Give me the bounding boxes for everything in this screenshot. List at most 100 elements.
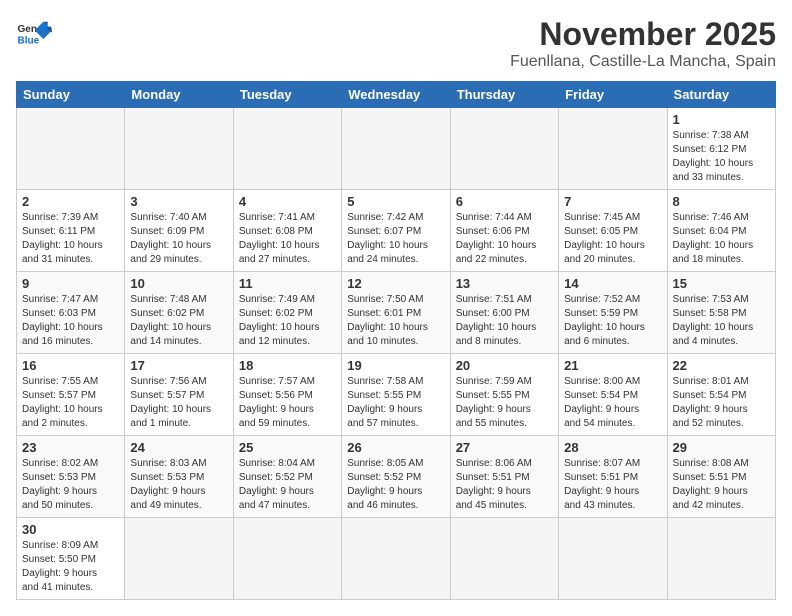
day-info: Sunrise: 7:39 AM Sunset: 6:11 PM Dayligh… xyxy=(22,211,119,267)
calendar-cell xyxy=(233,518,341,600)
calendar-cell xyxy=(559,518,667,600)
weekday-header-thursday: Thursday xyxy=(450,82,558,108)
day-info: Sunrise: 7:57 AM Sunset: 5:56 PM Dayligh… xyxy=(239,375,336,431)
day-info: Sunrise: 7:51 AM Sunset: 6:00 PM Dayligh… xyxy=(456,293,553,349)
calendar-week-row: 1 Sunrise: 7:38 AM Sunset: 6:12 PM Daylig… xyxy=(17,108,776,190)
day-number: 30 xyxy=(22,522,119,537)
day-info: Sunrise: 7:38 AM Sunset: 6:12 PM Dayligh… xyxy=(673,129,770,185)
calendar-cell: 27 Sunrise: 8:06 AM Sunset: 5:51 PM Dayli… xyxy=(450,436,558,518)
calendar-week-row: 2 Sunrise: 7:39 AM Sunset: 6:11 PM Daylig… xyxy=(17,190,776,272)
weekday-header-sunday: Sunday xyxy=(17,82,125,108)
calendar-week-row: 16 Sunrise: 7:55 AM Sunset: 5:57 PM Dayli… xyxy=(17,354,776,436)
calendar-cell: 11 Sunrise: 7:49 AM Sunset: 6:02 PM Dayli… xyxy=(233,272,341,354)
day-number: 12 xyxy=(347,276,444,291)
calendar-cell: 5 Sunrise: 7:42 AM Sunset: 6:07 PM Daylig… xyxy=(342,190,450,272)
day-number: 26 xyxy=(347,440,444,455)
day-number: 28 xyxy=(564,440,661,455)
day-number: 29 xyxy=(673,440,770,455)
calendar-cell xyxy=(233,108,341,190)
calendar-cell: 13 Sunrise: 7:51 AM Sunset: 6:00 PM Dayli… xyxy=(450,272,558,354)
day-number: 1 xyxy=(673,112,770,127)
calendar-cell xyxy=(342,518,450,600)
day-info: Sunrise: 7:47 AM Sunset: 6:03 PM Dayligh… xyxy=(22,293,119,349)
calendar-cell: 16 Sunrise: 7:55 AM Sunset: 5:57 PM Dayli… xyxy=(17,354,125,436)
calendar-cell: 7 Sunrise: 7:45 AM Sunset: 6:05 PM Daylig… xyxy=(559,190,667,272)
day-info: Sunrise: 7:44 AM Sunset: 6:06 PM Dayligh… xyxy=(456,211,553,267)
calendar-cell xyxy=(450,518,558,600)
day-number: 27 xyxy=(456,440,553,455)
calendar-cell: 14Sunrise: 7:52 AM Sunset: 5:59 PM Dayli… xyxy=(559,272,667,354)
calendar-cell: 2 Sunrise: 7:39 AM Sunset: 6:11 PM Daylig… xyxy=(17,190,125,272)
weekday-header-wednesday: Wednesday xyxy=(342,82,450,108)
weekday-header-tuesday: Tuesday xyxy=(233,82,341,108)
day-number: 10 xyxy=(130,276,227,291)
day-number: 7 xyxy=(564,194,661,209)
calendar-cell xyxy=(342,108,450,190)
calendar-cell xyxy=(125,518,233,600)
day-info: Sunrise: 7:48 AM Sunset: 6:02 PM Dayligh… xyxy=(130,293,227,349)
day-info: Sunrise: 8:02 AM Sunset: 5:53 PM Dayligh… xyxy=(22,457,119,513)
calendar-week-row: 23 Sunrise: 8:02 AM Sunset: 5:53 PM Dayli… xyxy=(17,436,776,518)
calendar-cell: 22Sunrise: 8:01 AM Sunset: 5:54 PM Dayli… xyxy=(667,354,775,436)
day-info: Sunrise: 7:41 AM Sunset: 6:08 PM Dayligh… xyxy=(239,211,336,267)
day-number: 17 xyxy=(130,358,227,373)
calendar-cell xyxy=(125,108,233,190)
day-number: 6 xyxy=(456,194,553,209)
day-info: Sunrise: 7:49 AM Sunset: 6:02 PM Dayligh… xyxy=(239,293,336,349)
calendar-cell: 21Sunrise: 8:00 AM Sunset: 5:54 PM Dayli… xyxy=(559,354,667,436)
day-info: Sunrise: 7:45 AM Sunset: 6:05 PM Dayligh… xyxy=(564,211,661,267)
calendar-cell: 28 Sunrise: 8:07 AM Sunset: 5:51 PM Dayli… xyxy=(559,436,667,518)
day-number: 13 xyxy=(456,276,553,291)
svg-text:Blue: Blue xyxy=(17,35,39,46)
day-number: 2 xyxy=(22,194,119,209)
day-number: 3 xyxy=(130,194,227,209)
weekday-header-saturday: Saturday xyxy=(667,82,775,108)
calendar-week-row: 9Sunrise: 7:47 AM Sunset: 6:03 PM Daylig… xyxy=(17,272,776,354)
weekday-header-row: SundayMondayTuesdayWednesdayThursdayFrid… xyxy=(17,82,776,108)
day-info: Sunrise: 7:46 AM Sunset: 6:04 PM Dayligh… xyxy=(673,211,770,267)
weekday-header-monday: Monday xyxy=(125,82,233,108)
day-number: 23 xyxy=(22,440,119,455)
page-header: General Blue November 2025 Fuenllana, Ca… xyxy=(16,16,776,71)
calendar-cell: 18Sunrise: 7:57 AM Sunset: 5:56 PM Dayli… xyxy=(233,354,341,436)
day-number: 4 xyxy=(239,194,336,209)
day-info: Sunrise: 8:04 AM Sunset: 5:52 PM Dayligh… xyxy=(239,457,336,513)
calendar-cell xyxy=(17,108,125,190)
day-number: 5 xyxy=(347,194,444,209)
day-info: Sunrise: 7:56 AM Sunset: 5:57 PM Dayligh… xyxy=(130,375,227,431)
month-title: November 2025 xyxy=(510,16,776,53)
day-number: 19 xyxy=(347,358,444,373)
location-title: Fuenllana, Castille-La Mancha, Spain xyxy=(510,53,776,71)
calendar-cell xyxy=(667,518,775,600)
calendar-cell: 15Sunrise: 7:53 AM Sunset: 5:58 PM Dayli… xyxy=(667,272,775,354)
day-info: Sunrise: 7:55 AM Sunset: 5:57 PM Dayligh… xyxy=(22,375,119,431)
day-number: 20 xyxy=(456,358,553,373)
calendar-cell: 23 Sunrise: 8:02 AM Sunset: 5:53 PM Dayli… xyxy=(17,436,125,518)
calendar-cell: 29Sunrise: 8:08 AM Sunset: 5:51 PM Dayli… xyxy=(667,436,775,518)
day-info: Sunrise: 7:59 AM Sunset: 5:55 PM Dayligh… xyxy=(456,375,553,431)
day-info: Sunrise: 7:58 AM Sunset: 5:55 PM Dayligh… xyxy=(347,375,444,431)
day-number: 16 xyxy=(22,358,119,373)
calendar-cell: 9Sunrise: 7:47 AM Sunset: 6:03 PM Daylig… xyxy=(17,272,125,354)
calendar-cell xyxy=(559,108,667,190)
day-info: Sunrise: 7:42 AM Sunset: 6:07 PM Dayligh… xyxy=(347,211,444,267)
day-info: Sunrise: 7:52 AM Sunset: 5:59 PM Dayligh… xyxy=(564,293,661,349)
day-info: Sunrise: 7:53 AM Sunset: 5:58 PM Dayligh… xyxy=(673,293,770,349)
calendar-cell: 12 Sunrise: 7:50 AM Sunset: 6:01 PM Dayli… xyxy=(342,272,450,354)
calendar-cell: 26 Sunrise: 8:05 AM Sunset: 5:52 PM Dayli… xyxy=(342,436,450,518)
title-block: November 2025 Fuenllana, Castille-La Man… xyxy=(510,16,776,71)
day-info: Sunrise: 8:07 AM Sunset: 5:51 PM Dayligh… xyxy=(564,457,661,513)
calendar-cell: 3Sunrise: 7:40 AM Sunset: 6:09 PM Daylig… xyxy=(125,190,233,272)
day-info: Sunrise: 7:50 AM Sunset: 6:01 PM Dayligh… xyxy=(347,293,444,349)
day-number: 24 xyxy=(130,440,227,455)
weekday-header-friday: Friday xyxy=(559,82,667,108)
day-info: Sunrise: 8:06 AM Sunset: 5:51 PM Dayligh… xyxy=(456,457,553,513)
day-info: Sunrise: 8:05 AM Sunset: 5:52 PM Dayligh… xyxy=(347,457,444,513)
day-number: 11 xyxy=(239,276,336,291)
calendar-cell: 24Sunrise: 8:03 AM Sunset: 5:53 PM Dayli… xyxy=(125,436,233,518)
day-number: 22 xyxy=(673,358,770,373)
day-info: Sunrise: 8:00 AM Sunset: 5:54 PM Dayligh… xyxy=(564,375,661,431)
logo-icon: General Blue xyxy=(16,16,52,52)
calendar-cell: 19 Sunrise: 7:58 AM Sunset: 5:55 PM Dayli… xyxy=(342,354,450,436)
calendar-cell: 20 Sunrise: 7:59 AM Sunset: 5:55 PM Dayli… xyxy=(450,354,558,436)
